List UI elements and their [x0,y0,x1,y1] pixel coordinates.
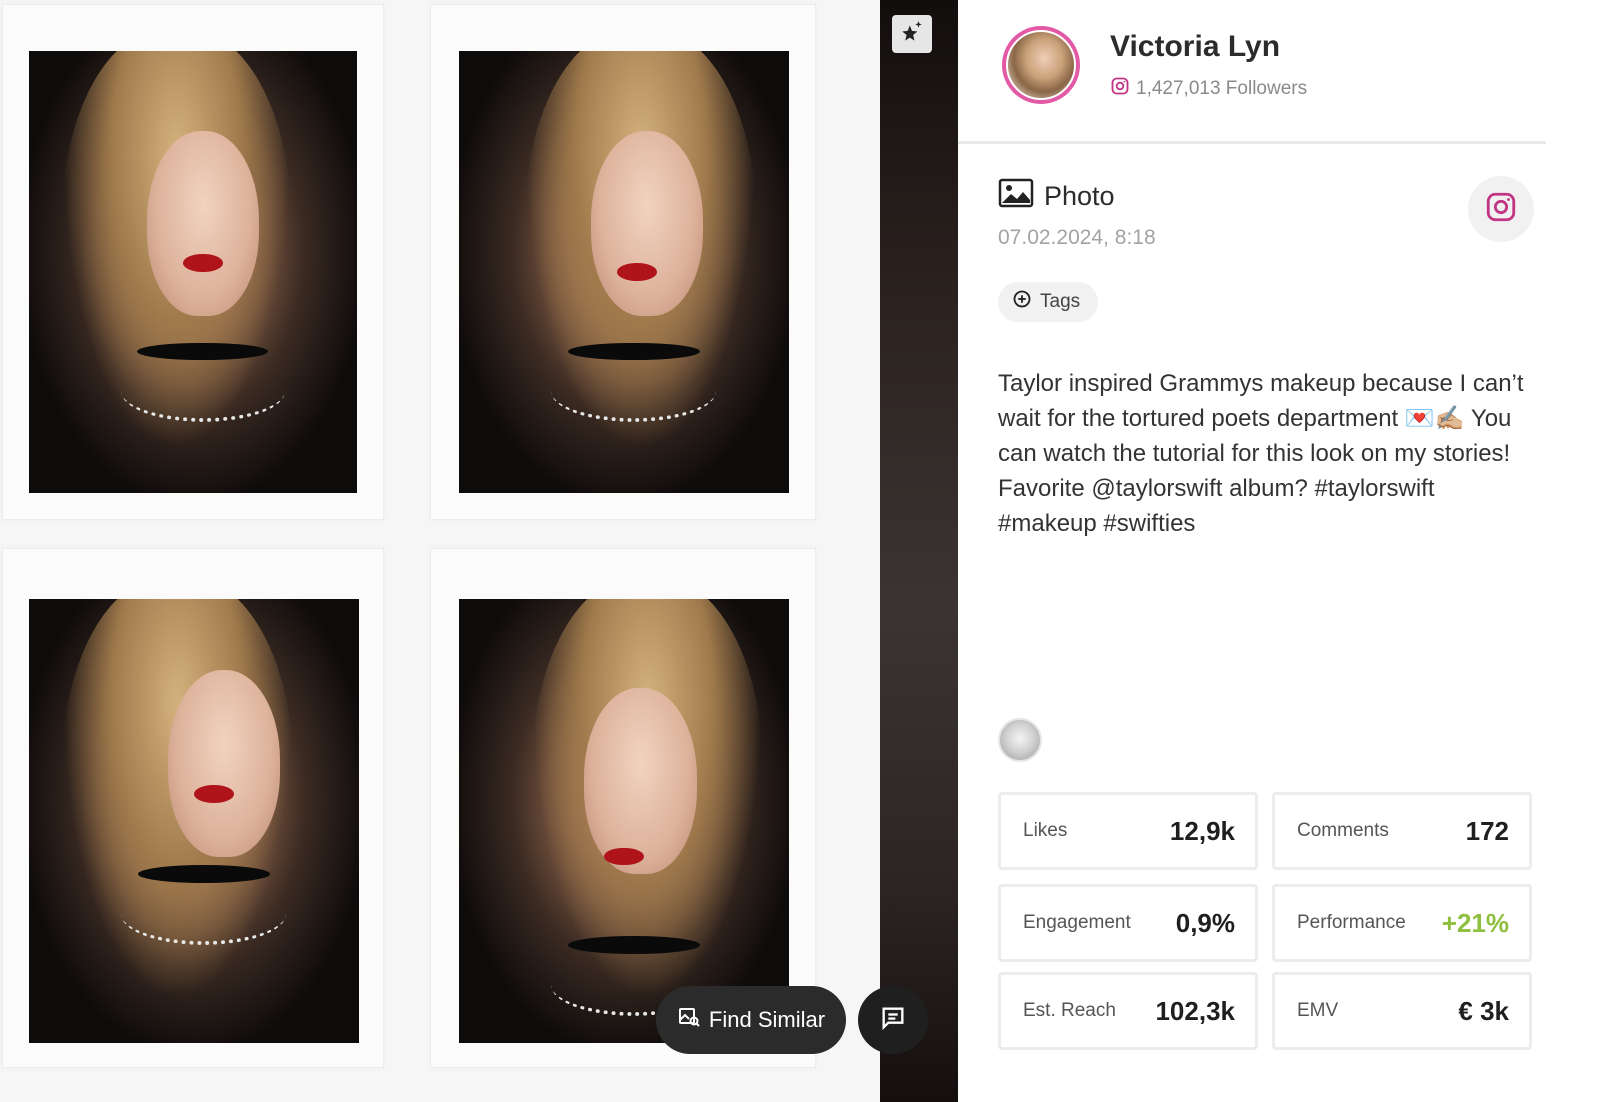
add-tags-button[interactable]: Tags [998,282,1099,322]
stat-value: 102,3k [1155,995,1235,1026]
find-similar-button[interactable]: Find Similar [656,986,846,1054]
image-search-icon [677,1005,701,1035]
stat-value: 0,9% [1175,907,1235,938]
portrait-photo [459,51,789,493]
post-type: Photo [998,178,1115,215]
portrait-photo [29,51,357,493]
post-image[interactable] [0,0,880,1102]
instagram-icon [1110,76,1130,102]
stat-label: Comments [1297,820,1389,841]
open-on-instagram-button[interactable] [1468,176,1534,242]
instagram-icon [1484,190,1518,229]
plus-circle-icon [1012,289,1032,315]
stat-engagement: Engagement 0,9% [998,884,1258,962]
media-viewer: Find Similar [0,0,996,1102]
stat-value: +21% [1441,907,1509,938]
profile-name[interactable]: Victoria Lyn [1110,30,1280,64]
stat-label: Engagement [1023,912,1131,933]
profile-header: Victoria Lyn 1,427,013 Followers [958,0,1546,144]
stat-label: EMV [1297,1000,1339,1021]
polaroid-frame [430,4,816,520]
tags-label: Tags [1040,291,1081,312]
comment-button[interactable] [858,986,928,1054]
stat-est-reach: Est. Reach 102,3k [998,972,1258,1050]
portrait-photo [459,599,789,1043]
stat-label: Likes [1023,820,1068,841]
find-similar-label: Find Similar [708,1007,826,1032]
stat-comments: Comments 172 [1272,792,1532,870]
polaroid-frame [2,548,384,1068]
star-sparkle-icon [899,19,925,50]
post-caption: Taylor inspired Grammys makeup because I… [998,370,1531,537]
stat-label: Est. Reach [1023,1000,1116,1021]
stat-value: € 3k [1458,995,1509,1026]
tagged-account-avatar[interactable] [998,718,1042,762]
stat-label: Performance [1297,912,1406,933]
stat-likes: Likes 12,9k [998,792,1258,870]
comment-icon [879,1004,907,1037]
stat-emv: EMV € 3k [1272,972,1532,1050]
followers-count: 1,427,013 Followers [1110,76,1307,102]
post-type-label: Photo [1044,181,1115,211]
stat-value: 12,9k [1169,815,1235,846]
avatar[interactable] [1002,26,1080,104]
favorite-button[interactable] [892,15,932,53]
followers-label: 1,427,013 Followers [1136,78,1308,99]
stat-value: 172 [1465,815,1509,846]
polaroid-frame [2,4,384,520]
post-date: 07.02.2024, 8:18 [998,226,1156,249]
post-detail-panel: Victoria Lyn 1,427,013 Followers Photo 0… [958,0,1614,1102]
portrait-photo [29,599,359,1043]
image-icon [998,178,1034,215]
stat-performance: Performance +21% [1272,884,1532,962]
